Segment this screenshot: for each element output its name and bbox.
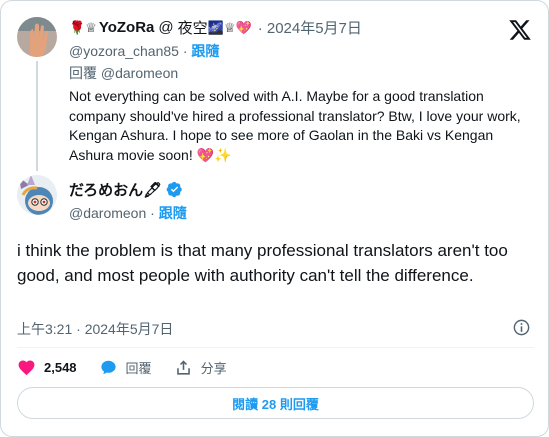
reply-to-row: 回覆 @daromeon [69,63,178,83]
reply-to-handle[interactable]: @daromeon [101,65,178,81]
divider [17,347,534,348]
reply-button[interactable]: 回覆 [99,358,152,377]
parent-name-jp: 夜空 [177,19,208,37]
parent-tweet-text: Not everything can be solved with A.I. M… [69,88,521,163]
parent-handle-row: @yozora_chan85 · 跟隨 [69,41,219,61]
parent-avatar[interactable] [17,17,57,57]
separator: · [178,43,192,59]
verified-badge-icon [166,181,182,198]
share-button[interactable]: 分享 [174,358,227,377]
parent-time[interactable]: · 2024年5月7日 [258,17,362,38]
share-label: 分享 [200,360,227,376]
main-author-row[interactable]: だろめおん🖋 [69,179,183,200]
reply-bubble-icon [100,360,116,374]
separator: · [146,205,159,221]
tweet-timestamp[interactable]: 上午3:21 · 2024年5月7日 [17,319,173,339]
parent-name-at: @ [158,18,174,36]
heart-icon [18,360,35,375]
info-icon[interactable] [512,318,531,337]
main-display-name[interactable]: だろめおん🖋 [69,179,162,200]
action-bar: 2,548 回覆 分享 [17,355,249,379]
main-follow-link[interactable]: 跟隨 [159,205,187,221]
main-avatar[interactable] [17,175,57,215]
parent-display-name[interactable]: YoZoRa [99,19,155,36]
reply-to-label: 回覆 [69,65,97,81]
parent-follow-link[interactable]: 跟隨 [191,43,219,59]
read-replies-button[interactable]: 閱讀 28 則回覆 [17,387,534,419]
like-count: 2,548 [44,359,77,375]
share-icon [176,359,190,375]
name-prefix-emoji: 🌹♕ [69,19,97,35]
like-button[interactable]: 2,548 [17,358,77,377]
main-handle-row: @daromeon · 跟隨 [69,203,187,223]
name-suffix-emoji: 🌌♕💖 [207,19,252,35]
thread-line [36,61,38,171]
x-logo-icon[interactable] [508,18,532,42]
parent-handle[interactable]: @yozora_chan85 [69,43,179,59]
tweet-card: 🌹♕ YoZoRa @ 夜空 🌌♕💖 · 2024年5月7日 @yozora_c… [0,0,549,437]
main-tweet-text: i think the problem is that many profess… [17,241,508,285]
reply-label: 回覆 [125,360,152,376]
main-handle[interactable]: @daromeon [69,205,146,221]
parent-author-row[interactable]: 🌹♕ YoZoRa @ 夜空 🌌♕💖 · 2024年5月7日 [69,17,362,37]
